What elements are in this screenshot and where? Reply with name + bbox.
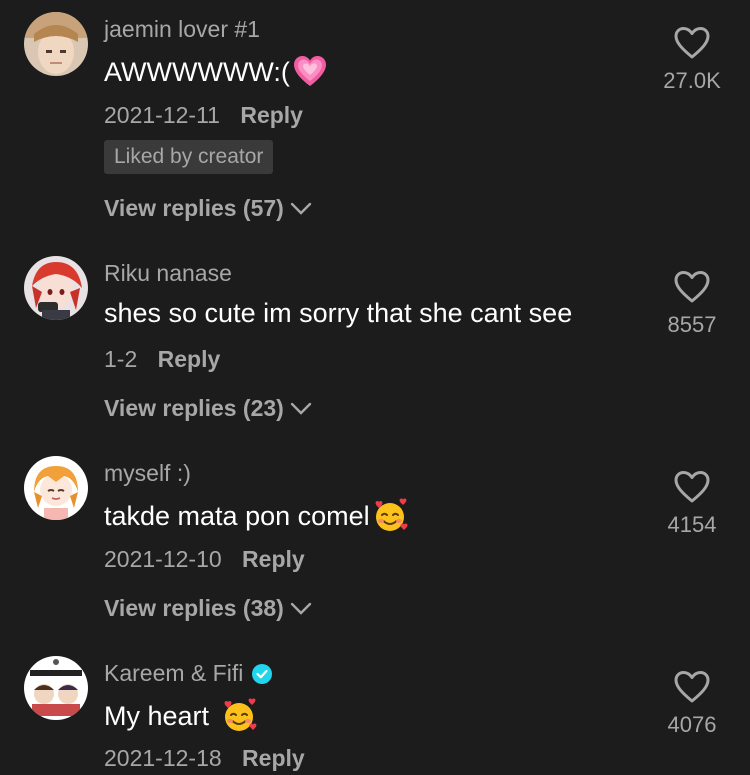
comment-meta: 2021-12-10 Reply [104, 546, 305, 573]
chevron-down-icon [290, 402, 312, 415]
reply-button[interactable]: Reply [240, 102, 303, 128]
avatar[interactable] [24, 12, 88, 76]
avatar[interactable] [24, 656, 88, 720]
comment-text: shes so cute im sorry that she cant see [104, 298, 572, 329]
heart-icon[interactable] [673, 670, 711, 704]
liked-by-creator-badge: Liked by creator [104, 140, 274, 174]
username-text: Riku nanase [104, 260, 232, 286]
comment-date: 1-2 [104, 346, 138, 372]
comment-meta: 1-2 Reply [104, 346, 220, 373]
comment-text: takde mata pon comel [104, 498, 408, 534]
avatar[interactable] [24, 256, 88, 320]
chevron-down-icon [290, 602, 312, 615]
avatar[interactable] [24, 456, 88, 520]
username-text: Kareem & Fifi [104, 660, 244, 686]
comment-date: 2021-12-11 [104, 102, 220, 128]
pink-heart-icon [293, 56, 326, 86]
comment-body: My heart [104, 700, 210, 731]
comment-meta: 2021-12-18 Reply [104, 745, 305, 772]
view-replies-button[interactable]: View replies (57) [104, 195, 312, 222]
comment-date: 2021-12-10 [104, 546, 222, 572]
view-replies-label: View replies (38) [104, 595, 284, 621]
comment-date: 2021-12-18 [104, 745, 222, 771]
reply-button[interactable]: Reply [158, 346, 221, 372]
comment-username[interactable]: Kareem & Fifi [104, 660, 273, 687]
verified-badge-icon [252, 663, 273, 684]
smiling-face-with-hearts-icon [375, 498, 408, 531]
username-text: myself :) [104, 460, 191, 486]
smiling-face-with-hearts-icon [224, 698, 257, 731]
view-replies-label: View replies (23) [104, 395, 284, 421]
heart-icon[interactable] [673, 26, 711, 60]
comment-username[interactable]: jaemin lover #1 [104, 16, 260, 43]
view-replies-button[interactable]: View replies (38) [104, 595, 312, 622]
comment-body: shes so cute im sorry that she cant see [104, 298, 573, 328]
like-count: 4076 [667, 712, 717, 737]
comment-username[interactable]: myself :) [104, 460, 191, 487]
username-text: jaemin lover #1 [104, 16, 260, 42]
heart-icon[interactable] [673, 270, 711, 304]
like-control: 4154 [652, 470, 732, 538]
like-count: 4154 [667, 512, 717, 537]
like-count: 8557 [667, 312, 717, 337]
comment-username[interactable]: Riku nanase [104, 260, 232, 287]
heart-icon[interactable] [673, 470, 711, 504]
view-replies-label: View replies (57) [104, 195, 284, 221]
reply-button[interactable]: Reply [242, 546, 305, 572]
view-replies-button[interactable]: View replies (23) [104, 395, 312, 422]
like-control: 8557 [652, 270, 732, 338]
like-control: 27.0K [652, 26, 732, 94]
reply-button[interactable]: Reply [242, 745, 305, 771]
comment-meta: 2021-12-11 Reply [104, 102, 303, 129]
like-control: 4076 [652, 670, 732, 738]
comment-text: My heart [104, 698, 257, 734]
chevron-down-icon [290, 202, 312, 215]
like-count: 27.0K [663, 68, 721, 93]
comment-body: AWWWWWW:( [104, 56, 290, 87]
comment-text: AWWWWWW:( [104, 54, 328, 90]
comment-body: takde mata pon comel [104, 500, 370, 531]
